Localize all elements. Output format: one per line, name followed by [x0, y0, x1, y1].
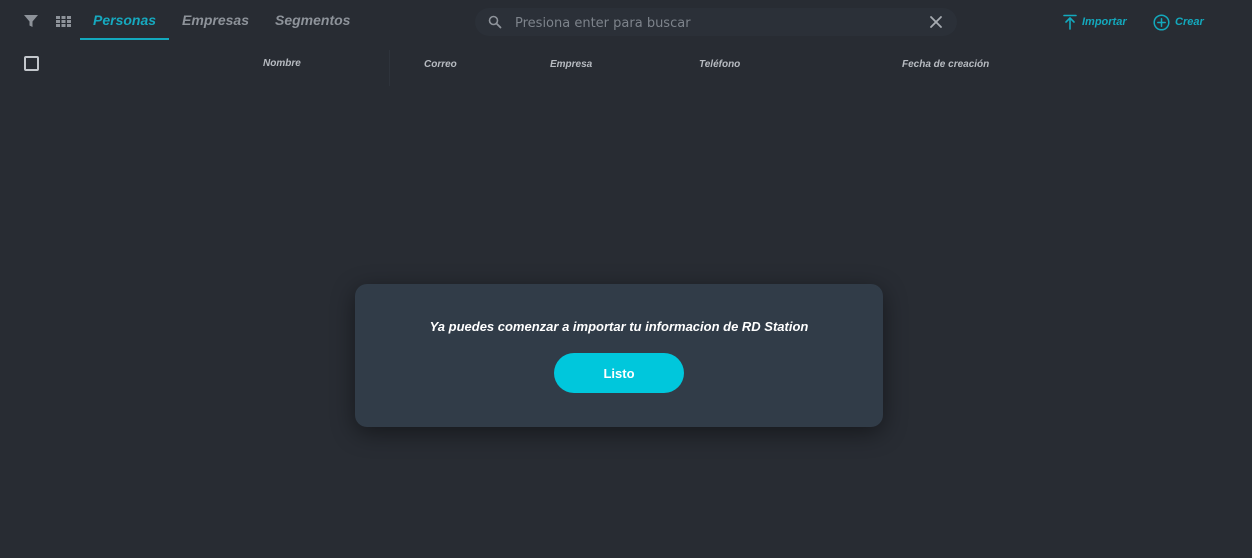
create-label: Crear	[1175, 16, 1204, 28]
search-icon	[488, 15, 502, 29]
tab-bar: Personas Empresas Segmentos	[80, 0, 363, 44]
import-ready-dialog: Ya puedes comenzar a importar tu informa…	[355, 284, 883, 427]
dialog-message: Ya puedes comenzar a importar tu informa…	[429, 319, 809, 334]
column-divider	[389, 50, 390, 86]
column-header-correo[interactable]: Correo	[424, 59, 457, 70]
search-input[interactable]	[513, 11, 917, 35]
table-header: Nombre Correo Empresa Teléfono Fecha de …	[0, 44, 1252, 86]
search-bar	[475, 8, 957, 36]
listo-button[interactable]: Listo	[554, 353, 684, 393]
select-all-checkbox[interactable]	[24, 56, 39, 71]
column-header-empresa[interactable]: Empresa	[550, 59, 592, 70]
filter-icon[interactable]	[22, 12, 40, 30]
grid-icon[interactable]	[55, 14, 71, 28]
upload-icon	[1063, 14, 1077, 30]
plus-circle-icon	[1153, 13, 1170, 31]
close-icon[interactable]	[929, 15, 943, 29]
import-button[interactable]: Importar	[1063, 13, 1127, 31]
column-header-nombre[interactable]: Nombre	[263, 58, 301, 69]
tab-personas[interactable]: Personas	[80, 0, 170, 40]
tab-segmentos[interactable]: Segmentos	[262, 0, 363, 40]
import-label: Importar	[1082, 16, 1127, 28]
toolbar: Personas Empresas Segmentos Importar	[0, 0, 1252, 44]
column-header-fecha-creacion[interactable]: Fecha de creación	[902, 59, 989, 70]
create-button[interactable]: Crear	[1153, 13, 1204, 31]
tab-empresas[interactable]: Empresas	[169, 0, 262, 40]
column-header-telefono[interactable]: Teléfono	[699, 59, 740, 70]
